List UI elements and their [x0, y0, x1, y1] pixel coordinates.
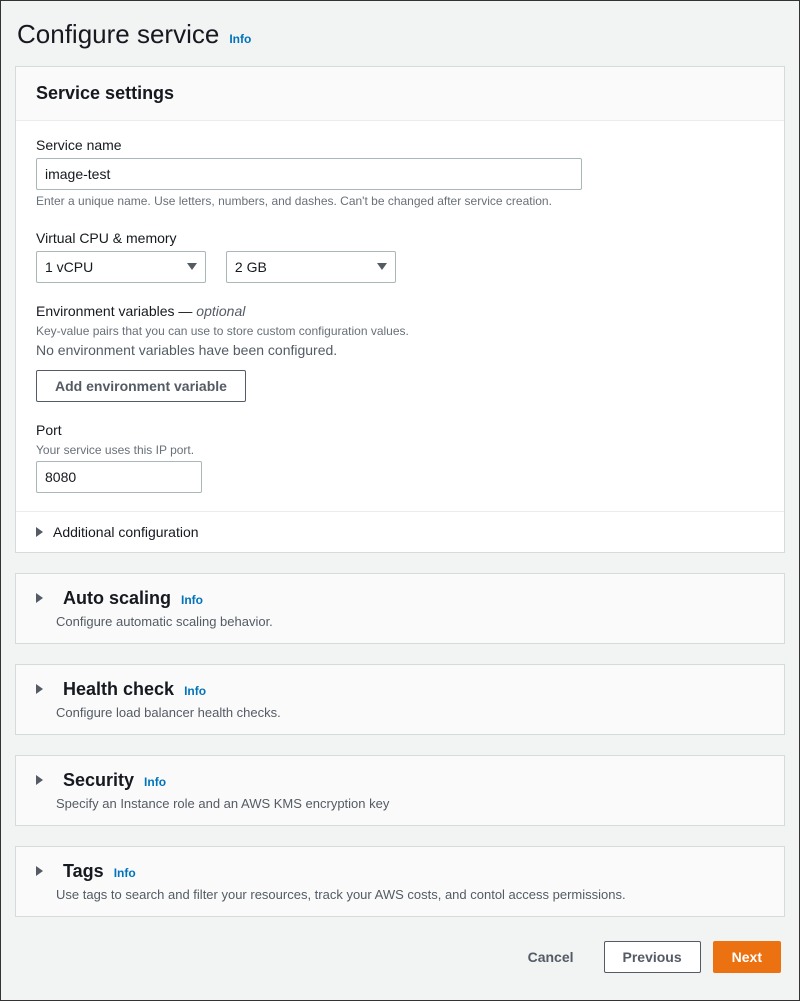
env-vars-empty: No environment variables have been confi…	[36, 342, 764, 358]
additional-config-toggle[interactable]: Additional configuration	[16, 511, 784, 552]
vcpu-select-value: 1 vCPU	[45, 259, 93, 275]
caret-down-icon	[377, 263, 387, 270]
tags-section[interactable]: Tags Info Use tags to search and filter …	[15, 846, 785, 917]
caret-right-icon	[36, 684, 43, 694]
tags-title: Tags	[63, 861, 104, 882]
vcpu-select[interactable]: 1 vCPU	[36, 251, 206, 283]
port-input[interactable]	[36, 461, 202, 493]
cancel-button[interactable]: Cancel	[510, 941, 592, 973]
service-name-hint: Enter a unique name. Use letters, number…	[36, 193, 764, 210]
next-button[interactable]: Next	[713, 941, 781, 973]
service-settings-container: Service settings Service name Enter a un…	[15, 66, 785, 553]
service-name-label: Service name	[36, 137, 764, 153]
health-check-title: Health check	[63, 679, 174, 700]
caret-right-icon	[36, 866, 43, 876]
caret-right-icon	[36, 527, 43, 537]
port-label: Port	[36, 422, 764, 438]
page-heading: Configure service Info	[17, 19, 785, 50]
health-check-info-link[interactable]: Info	[184, 684, 206, 698]
additional-config-title: Additional configuration	[53, 524, 199, 540]
port-hint: Your service uses this IP port.	[36, 443, 764, 457]
previous-button[interactable]: Previous	[604, 941, 701, 973]
caret-down-icon	[187, 263, 197, 270]
wizard-footer: Cancel Previous Next	[15, 937, 785, 985]
memory-select-value: 2 GB	[235, 259, 267, 275]
add-env-var-button[interactable]: Add environment variable	[36, 370, 246, 402]
tags-info-link[interactable]: Info	[114, 866, 136, 880]
auto-scaling-info-link[interactable]: Info	[181, 593, 203, 607]
service-settings-heading: Service settings	[36, 83, 764, 104]
security-section[interactable]: Security Info Specify an Instance role a…	[15, 755, 785, 826]
vcpu-memory-label: Virtual CPU & memory	[36, 230, 764, 246]
caret-right-icon	[36, 775, 43, 785]
security-title: Security	[63, 770, 134, 791]
service-settings-header: Service settings	[16, 67, 784, 121]
auto-scaling-desc: Configure automatic scaling behavior.	[56, 614, 764, 629]
service-name-input[interactable]	[36, 158, 582, 190]
page-title: Configure service	[17, 19, 219, 50]
health-check-desc: Configure load balancer health checks.	[56, 705, 764, 720]
env-vars-hint: Key-value pairs that you can use to stor…	[36, 324, 764, 338]
page-info-link[interactable]: Info	[229, 32, 251, 46]
caret-right-icon	[36, 593, 43, 603]
auto-scaling-title: Auto scaling	[63, 588, 171, 609]
tags-desc: Use tags to search and filter your resou…	[56, 887, 764, 902]
security-desc: Specify an Instance role and an AWS KMS …	[56, 796, 764, 811]
health-check-section[interactable]: Health check Info Configure load balance…	[15, 664, 785, 735]
security-info-link[interactable]: Info	[144, 775, 166, 789]
auto-scaling-section[interactable]: Auto scaling Info Configure automatic sc…	[15, 573, 785, 644]
memory-select[interactable]: 2 GB	[226, 251, 396, 283]
env-vars-label: Environment variables — optional	[36, 303, 764, 319]
